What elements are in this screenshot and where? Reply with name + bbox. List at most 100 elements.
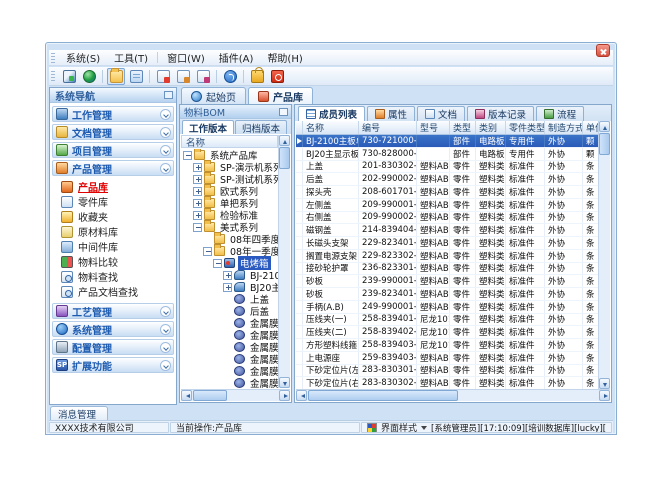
close-tab-button[interactable] — [596, 44, 610, 57]
nav-section-project-mgmt[interactable]: 项目管理 — [52, 142, 174, 158]
table-row[interactable]: 磁钢盖214-839404-01I塑料ABS零件塑料类标准件外协条 — [296, 224, 598, 237]
table-row[interactable]: 压线夹(二)258-839402-00I尼龙1010零件塑料类标准件外协条 — [296, 326, 598, 339]
expand-icon[interactable] — [193, 187, 202, 196]
column-header[interactable]: 名称 — [303, 121, 359, 134]
scroll-up-icon[interactable] — [599, 121, 610, 132]
tree-vertical-scrollbar[interactable] — [278, 135, 290, 388]
tab-version-record[interactable]: 版本记录 — [467, 106, 534, 121]
bom-tab-archived[interactable]: 归档版本 — [235, 120, 287, 134]
column-header[interactable]: 零件类型 — [506, 121, 545, 134]
menu-item[interactable]: 窗口(W) — [160, 49, 212, 66]
expand-icon[interactable] — [223, 271, 232, 280]
table-row[interactable]: 后盖202-990002-01I塑料ABS零件塑料类标准件外协条 — [296, 173, 598, 186]
nav-section-system-mgmt[interactable]: 系统管理 — [52, 321, 174, 337]
expand-icon[interactable] — [193, 211, 202, 220]
pin-icon[interactable] — [279, 108, 288, 116]
table-row[interactable]: 上电源座259-839403-00I塑料ABS零件塑料类标准件外协条 — [296, 352, 598, 365]
scroll-thumb[interactable] — [279, 147, 290, 169]
scroll-right-icon[interactable] — [599, 390, 610, 401]
table-row[interactable]: 压线夹(一)258-839401-00I尼龙1010零件塑料类标准件外协条 — [296, 314, 598, 327]
nav-section-extensions[interactable]: SP扩展功能 — [52, 357, 174, 373]
scroll-right-icon[interactable] — [279, 390, 290, 401]
table-horizontal-scrollbar[interactable] — [296, 389, 610, 401]
mail-export-button[interactable] — [154, 68, 172, 85]
sidebar-item-middleware-library[interactable]: 中间件库 — [50, 239, 176, 254]
collapse-icon[interactable] — [183, 151, 192, 160]
table-row[interactable]: 下砂定位片(右)283-830302-00I塑料ABS零件塑料类标准件外协条 — [296, 377, 598, 389]
table-row[interactable]: 搁置电源支架229-823302-00I塑料ABS零件塑料类标准件外协条 — [296, 250, 598, 263]
column-header[interactable]: 型号 — [417, 121, 450, 134]
exit-button[interactable] — [268, 68, 286, 85]
scroll-thumb[interactable] — [599, 133, 610, 155]
mail-import-button[interactable] — [174, 68, 192, 85]
tree-horizontal-scrollbar[interactable] — [181, 389, 290, 401]
menu-item[interactable]: 帮助(H) — [260, 49, 309, 66]
mail-sync-button[interactable] — [194, 68, 212, 85]
nav-section-process-mgmt[interactable]: 工艺管理 — [52, 303, 174, 319]
tree-column-header[interactable]: 名称 — [181, 135, 278, 148]
chevron-down-icon[interactable] — [160, 360, 171, 371]
open-library-button[interactable] — [107, 68, 125, 85]
expand-icon[interactable] — [223, 283, 232, 292]
tab-member-list[interactable]: 成员列表 — [298, 106, 365, 121]
tab-workflow[interactable]: 流程 — [536, 106, 584, 121]
monitor-button[interactable] — [60, 68, 78, 85]
scroll-up-icon[interactable] — [279, 135, 290, 146]
globe-button[interactable] — [80, 68, 98, 85]
collapse-icon[interactable] — [203, 247, 212, 256]
table-row[interactable]: 接砂轮护罩236-823301-00I塑料ABS零件塑料类标准件外协条 — [296, 263, 598, 276]
sidebar-item-product-doc-search[interactable]: 产品文档查找 — [50, 284, 176, 299]
scroll-down-icon[interactable] — [279, 377, 290, 388]
table-row[interactable]: 方形塑料线箍258-839403-00I尼龙1010零件塑料类标准件外协条 — [296, 339, 598, 352]
expand-icon[interactable] — [193, 175, 202, 184]
chevron-down-icon[interactable] — [160, 109, 171, 120]
scroll-left-icon[interactable] — [296, 390, 307, 401]
sidebar-item-product-library[interactable]: 产品库 — [50, 179, 176, 194]
menu-item[interactable]: 插件(A) — [212, 49, 261, 66]
nav-section-config-mgmt[interactable]: 配置管理 — [52, 339, 174, 355]
column-header[interactable]: 制造方式 — [545, 121, 583, 134]
ui-style-label[interactable]: 界面样式 — [381, 422, 417, 433]
sidebar-item-material-compare[interactable]: 物料比较 — [50, 254, 176, 269]
tab-documents[interactable]: 文档 — [417, 106, 465, 121]
sidebar-item-favorites[interactable]: 收藏夹 — [50, 209, 176, 224]
table-row[interactable]: 砂板239-823401-00I塑料ABS零件塑料类标准件外协条 — [296, 288, 598, 301]
column-header[interactable]: 类别 — [476, 121, 506, 134]
bom-tab-working[interactable]: 工作版本 — [182, 120, 234, 134]
tree-node[interactable]: 金属膜电阻器 — [181, 377, 278, 388]
chevron-down-icon[interactable] — [160, 342, 171, 353]
scroll-thumb[interactable] — [193, 390, 227, 401]
menu-item[interactable]: 工具(T) — [107, 49, 155, 66]
chevron-down-icon[interactable] — [160, 127, 171, 138]
tab-properties[interactable]: 属性 — [367, 106, 415, 121]
sidebar-item-part-library[interactable]: 零件库 — [50, 194, 176, 209]
table-row[interactable]: 砂板239-990001-01I塑料ABS零件塑料类标准件外协条 — [296, 275, 598, 288]
table-row[interactable]: BJ20主显示板730-828000-04I部件电路板专用件外协颗 — [296, 148, 598, 161]
lock-button[interactable] — [248, 68, 266, 85]
collapse-icon[interactable] — [193, 223, 202, 232]
table-row[interactable]: 左侧盖209-990001-01I塑料ABS零件塑料类标准件外协条 — [296, 199, 598, 212]
chevron-down-icon[interactable] — [160, 163, 171, 174]
message-management-tab[interactable]: 消息管理 — [50, 406, 108, 420]
table-row[interactable]: 右侧盖209-990002-01I塑料ABS零件塑料类标准件外协条 — [296, 212, 598, 225]
chevron-down-icon[interactable] — [160, 324, 171, 335]
table-row[interactable]: BJ-2100主板单点730-721000-12I部件电路板专用件外协颗 — [296, 135, 598, 148]
column-header[interactable]: 单位 — [583, 121, 598, 134]
menu-item[interactable]: 系统(S) — [59, 49, 107, 66]
nav-section-doc-mgmt[interactable]: 文档管理 — [52, 124, 174, 140]
report-button[interactable] — [127, 68, 145, 85]
table-row[interactable]: 长磁头支架229-823401-00I塑料ABS零件塑料类标准件外协条 — [296, 237, 598, 250]
tab-product-library[interactable]: 产品库 — [248, 87, 313, 104]
table-row[interactable]: 手柄(A.B)249-990001-01I塑料ABS零件塑料类标准件外协条 — [296, 301, 598, 314]
nav-collapse-icon[interactable] — [164, 91, 173, 99]
table-vertical-scrollbar[interactable] — [598, 121, 610, 389]
expand-icon[interactable] — [193, 163, 202, 172]
scroll-left-icon[interactable] — [181, 390, 192, 401]
ui-style-icon[interactable] — [367, 423, 377, 433]
table-row[interactable]: 下砂定位片(左)283-830301-00I塑料ABS零件塑料类标准件外协条 — [296, 365, 598, 378]
expand-icon[interactable] — [193, 199, 202, 208]
chevron-down-icon[interactable] — [421, 426, 427, 430]
table-row[interactable]: 探头壳208-601701-01I塑料ABS零件塑料类标准件外协条 — [296, 186, 598, 199]
column-header[interactable]: 类型 — [450, 121, 476, 134]
nav-section-work-mgmt[interactable]: 工作管理 — [52, 106, 174, 122]
